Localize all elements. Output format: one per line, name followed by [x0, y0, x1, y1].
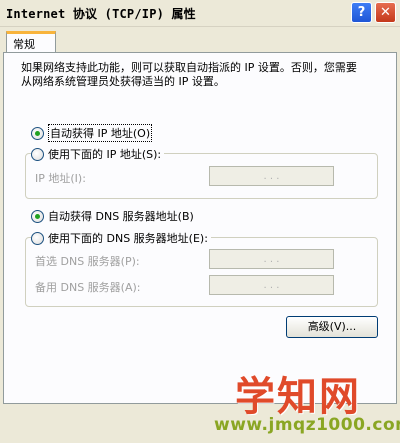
watermark-logo: 学知网: [235, 374, 361, 420]
manual-ip-radio[interactable]: [31, 147, 44, 161]
auto-dns-option[interactable]: 自动获得 DNS 服务器地址(B): [31, 208, 194, 224]
manual-dns-radio[interactable]: [31, 231, 44, 245]
title-bar: Internet 协议 (TCP/IP) 属性 ? ✕: [0, 0, 400, 27]
auto-ip-option[interactable]: 自动获得 IP 地址(O): [31, 124, 153, 142]
close-button[interactable]: ✕: [375, 2, 396, 23]
manual-dns-option[interactable]: 使用下面的 DNS 服务器地址(E):: [31, 230, 211, 246]
dns-group-box: [25, 237, 378, 307]
window-title: Internet 协议 (TCP/IP) 属性: [6, 7, 196, 21]
auto-ip-label: 自动获得 IP 地址(O): [48, 124, 153, 142]
preferred-dns-field[interactable]: . . .: [209, 249, 334, 269]
advanced-button[interactable]: 高级(V)...: [286, 316, 378, 338]
watermark-url: www.jmqz1000.com: [214, 415, 400, 435]
preferred-dns-label: 首选 DNS 服务器(P):: [35, 255, 140, 268]
ip-address-label: IP 地址(I):: [35, 172, 86, 185]
tab-general[interactable]: 常规: [6, 31, 56, 53]
auto-dns-label: 自动获得 DNS 服务器地址(B): [48, 210, 194, 223]
help-button[interactable]: ?: [351, 2, 372, 23]
auto-dns-radio[interactable]: [31, 209, 44, 223]
ip-address-field[interactable]: . . .: [209, 166, 334, 186]
manual-dns-label: 使用下面的 DNS 服务器地址(E):: [48, 232, 208, 245]
alternate-dns-field[interactable]: . . .: [209, 275, 334, 295]
manual-ip-option[interactable]: 使用下面的 IP 地址(S):: [31, 146, 165, 162]
auto-ip-radio[interactable]: [31, 126, 44, 140]
description-text: 如果网络支持此功能，则可以获取自动指派的 IP 设置。否则，您需要从网络系统管理…: [21, 61, 357, 88]
alternate-dns-label: 备用 DNS 服务器(A):: [35, 281, 141, 294]
manual-ip-label: 使用下面的 IP 地址(S):: [48, 148, 162, 161]
general-panel: [3, 52, 397, 404]
